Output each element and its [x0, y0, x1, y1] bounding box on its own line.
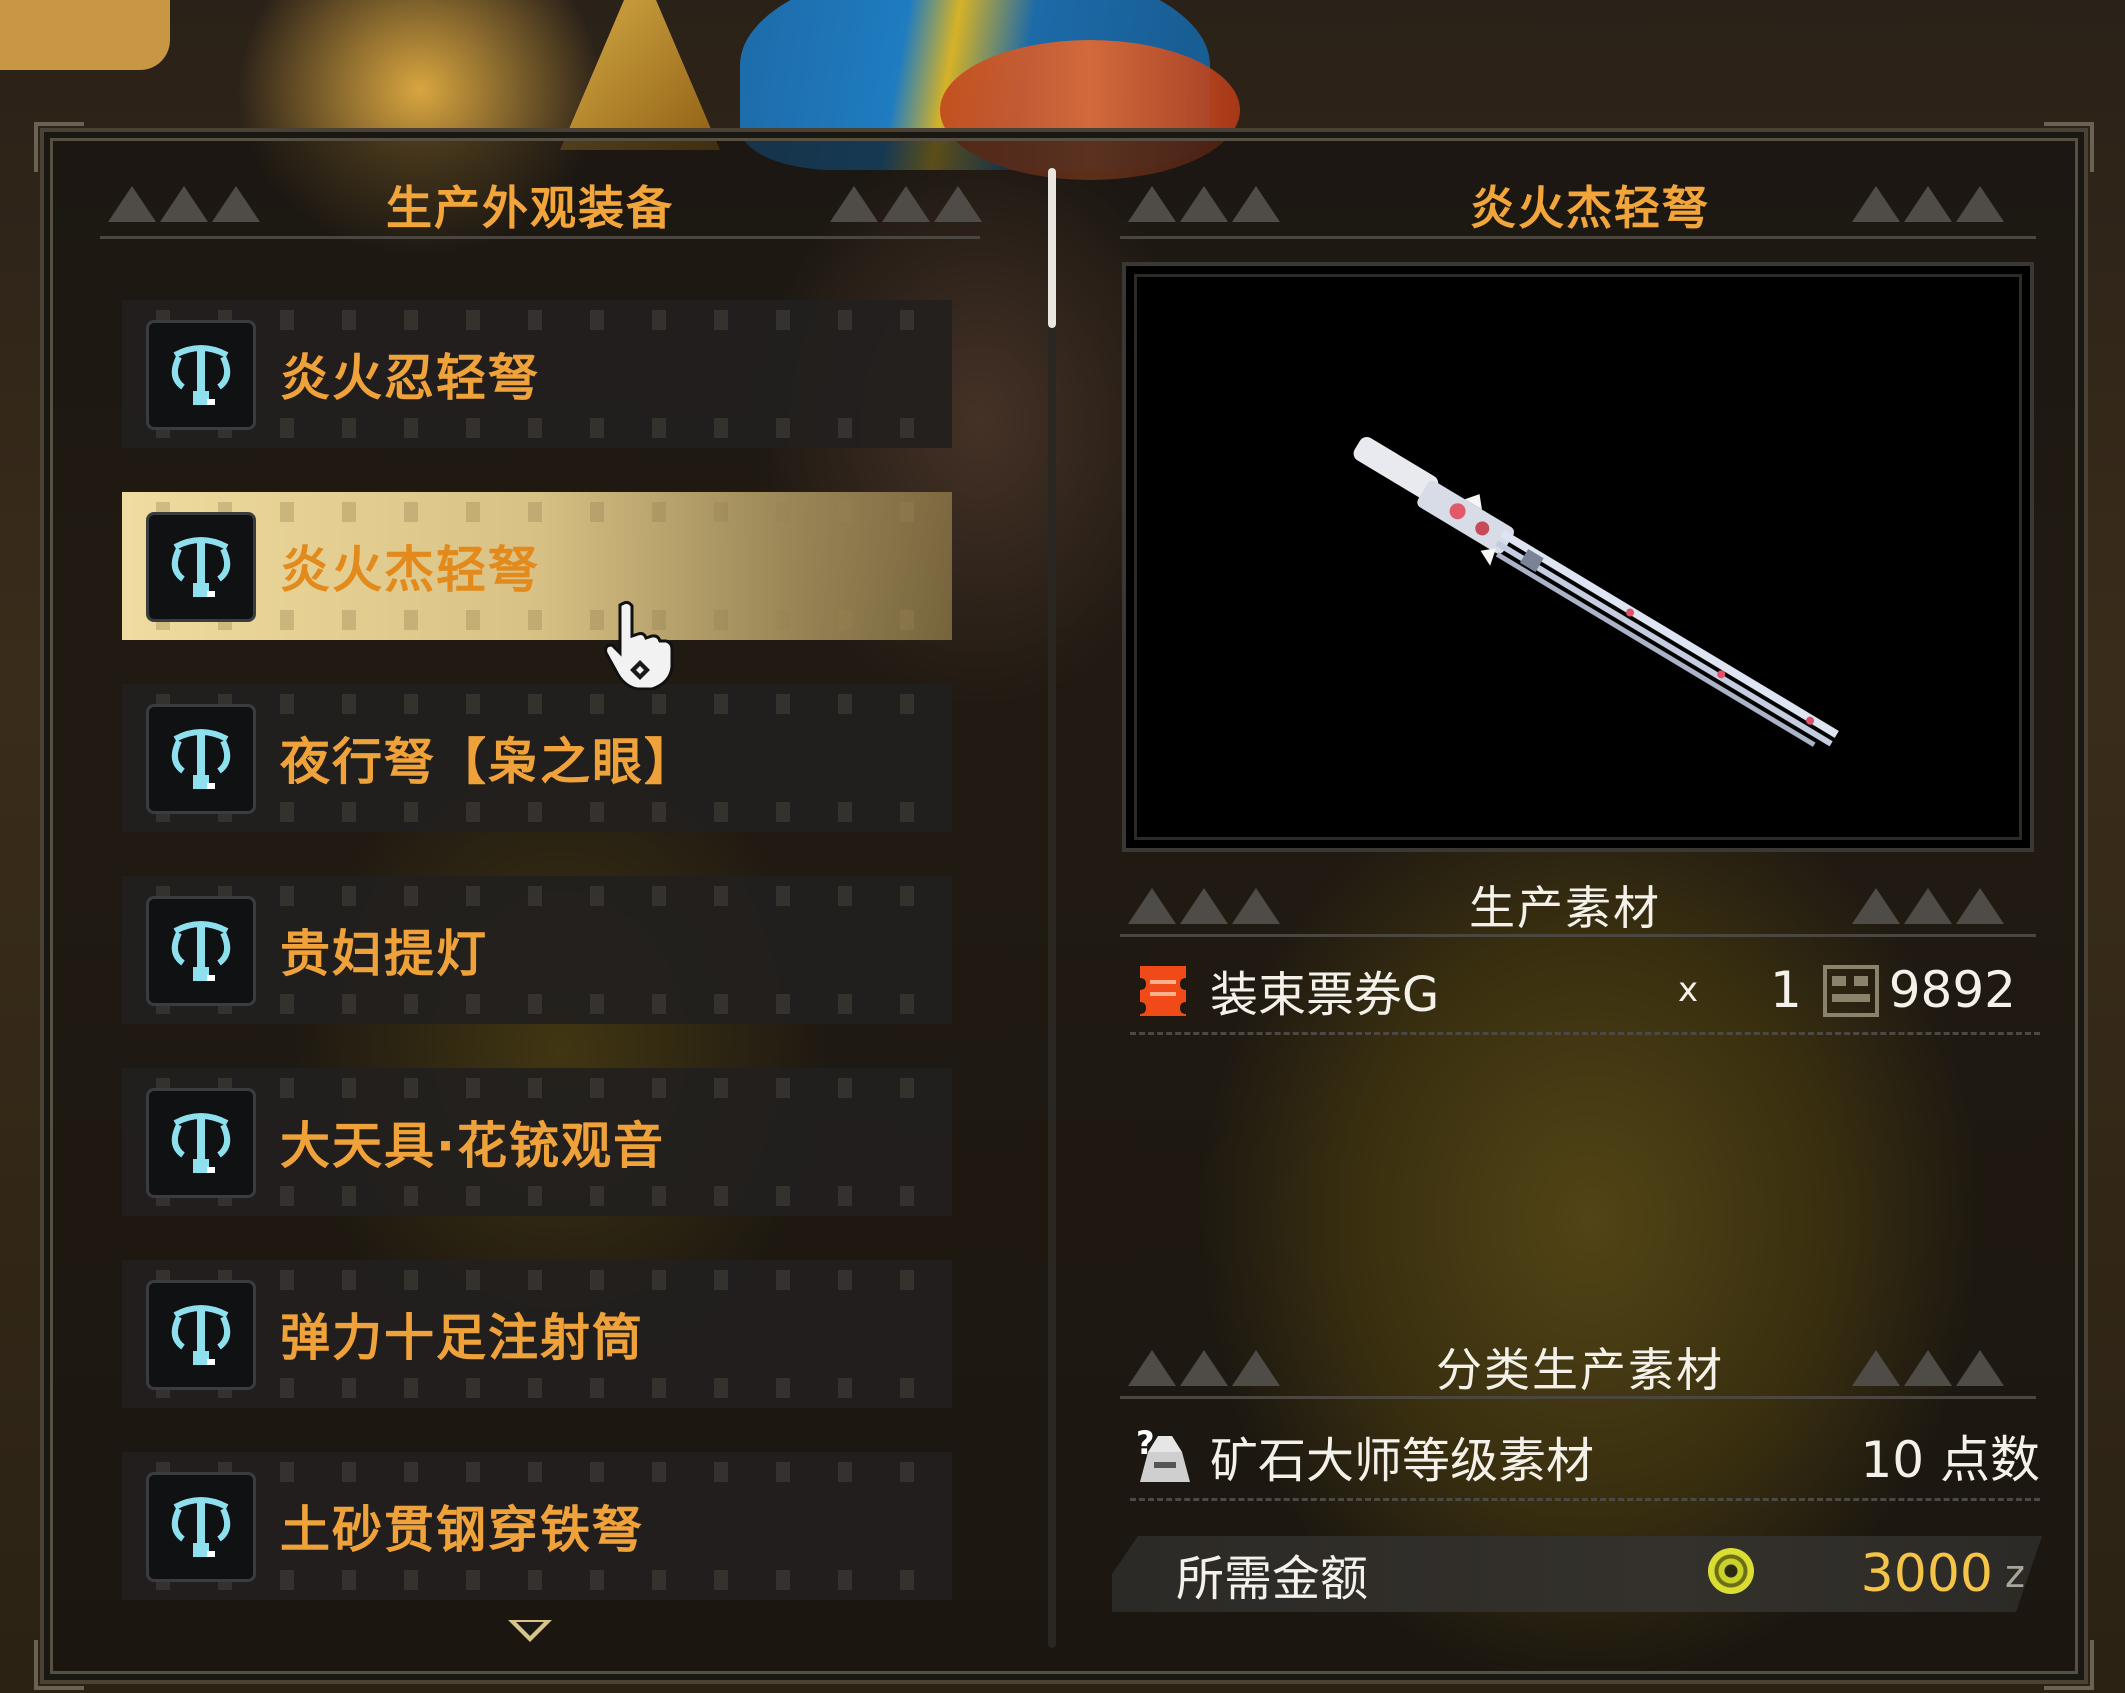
- cost-unit: z: [2005, 1552, 2025, 1596]
- header-underline: [1120, 236, 2036, 239]
- category-materials-header: 分类生产素材: [1436, 1343, 1724, 1397]
- material-name: 装束票券G: [1210, 967, 1440, 1023]
- header-decoration: [830, 186, 982, 226]
- materials-header: 生产素材: [1469, 881, 1661, 935]
- equipment-list-item-label: 炎火忍轻弩: [280, 349, 540, 407]
- header-underline: [1120, 1396, 2036, 1399]
- light-bowgun-icon: [146, 1088, 256, 1198]
- quantity-multiplier: x: [1678, 970, 1699, 1010]
- left-panel-title: 生产外观装备: [386, 181, 674, 235]
- equipment-list-item-label: 土砂贯钢穿铁弩: [280, 1501, 644, 1559]
- category-material-name: 矿石大师等级素材: [1210, 1433, 1595, 1489]
- hand-cursor-icon: [604, 600, 674, 690]
- ore-category-icon: ?: [1136, 1424, 1190, 1482]
- equipment-list-item[interactable]: 夜行弩【枭之眼】: [122, 684, 952, 832]
- light-bowgun-icon: [146, 512, 256, 622]
- frame-corner: [34, 122, 84, 172]
- header-decoration: [1128, 888, 1280, 928]
- header-decoration: [1128, 1350, 1280, 1390]
- frame-corner: [34, 1640, 84, 1690]
- light-bowgun-icon: [146, 1280, 256, 1390]
- equipment-list-item[interactable]: 弹力十足注射筒: [122, 1260, 952, 1408]
- equipment-list-item[interactable]: 炎火忍轻弩: [122, 300, 952, 448]
- owned-quantity: 9892: [1888, 961, 2016, 1019]
- background-ornament: [0, 0, 170, 70]
- equipment-list-item[interactable]: 贵妇提灯: [122, 876, 952, 1024]
- category-material-row[interactable]: ? 矿石大师等级素材 10 点数: [1130, 1416, 2040, 1496]
- selected-item-title: 炎火杰轻弩: [1470, 181, 1710, 235]
- cost-label: 所需金额: [1176, 1551, 1369, 1607]
- light-bowgun-icon: [146, 1472, 256, 1582]
- light-bowgun-icon: [146, 896, 256, 1006]
- equipment-list-item[interactable]: 炎火杰轻弩: [122, 492, 952, 640]
- frame-corner: [2044, 122, 2094, 172]
- equipment-list-item[interactable]: 土砂贯钢穿铁弩: [122, 1452, 952, 1600]
- equipment-list-item-label: 贵妇提灯: [280, 925, 488, 983]
- row-divider: [1130, 1032, 2040, 1035]
- category-points: 10 点数: [1860, 1431, 2040, 1489]
- material-row[interactable]: 装束票券G x 1 9892: [1130, 950, 2040, 1030]
- scrollbar-track[interactable]: [1048, 168, 1056, 1648]
- scroll-down-icon-inner: [516, 1622, 544, 1636]
- item-box-icon: [1823, 965, 1879, 1017]
- ticket-icon: [1140, 966, 1186, 1016]
- equipment-list-item-label: 弹力十足注射筒: [280, 1309, 644, 1367]
- header-underline: [100, 236, 980, 239]
- row-divider: [1130, 1498, 2040, 1501]
- light-bowgun-model: [1353, 436, 1839, 747]
- header-underline: [1120, 934, 2036, 937]
- scrollbar-thumb[interactable]: [1048, 168, 1056, 328]
- frame-corner: [2044, 1640, 2094, 1690]
- equipment-list-item-label: 大天具·花铳观音: [280, 1117, 665, 1175]
- weapon-preview: [1122, 262, 2034, 852]
- header-decoration: [1852, 1350, 2004, 1390]
- svg-text:?: ?: [1136, 1424, 1155, 1462]
- header-decoration: [1128, 186, 1280, 226]
- header-decoration: [1852, 888, 2004, 928]
- equipment-list-item[interactable]: 大天具·花铳观音: [122, 1068, 952, 1216]
- light-bowgun-icon: [146, 320, 256, 430]
- cost-value: 3000: [1860, 1544, 1993, 1604]
- required-quantity: 1: [1770, 961, 1802, 1019]
- zenny-coin-icon: [1708, 1548, 1754, 1594]
- equipment-list-item-label: 夜行弩【枭之眼】: [280, 733, 696, 791]
- light-bowgun-icon: [146, 704, 256, 814]
- equipment-list-item-label: 炎火杰轻弩: [280, 541, 540, 599]
